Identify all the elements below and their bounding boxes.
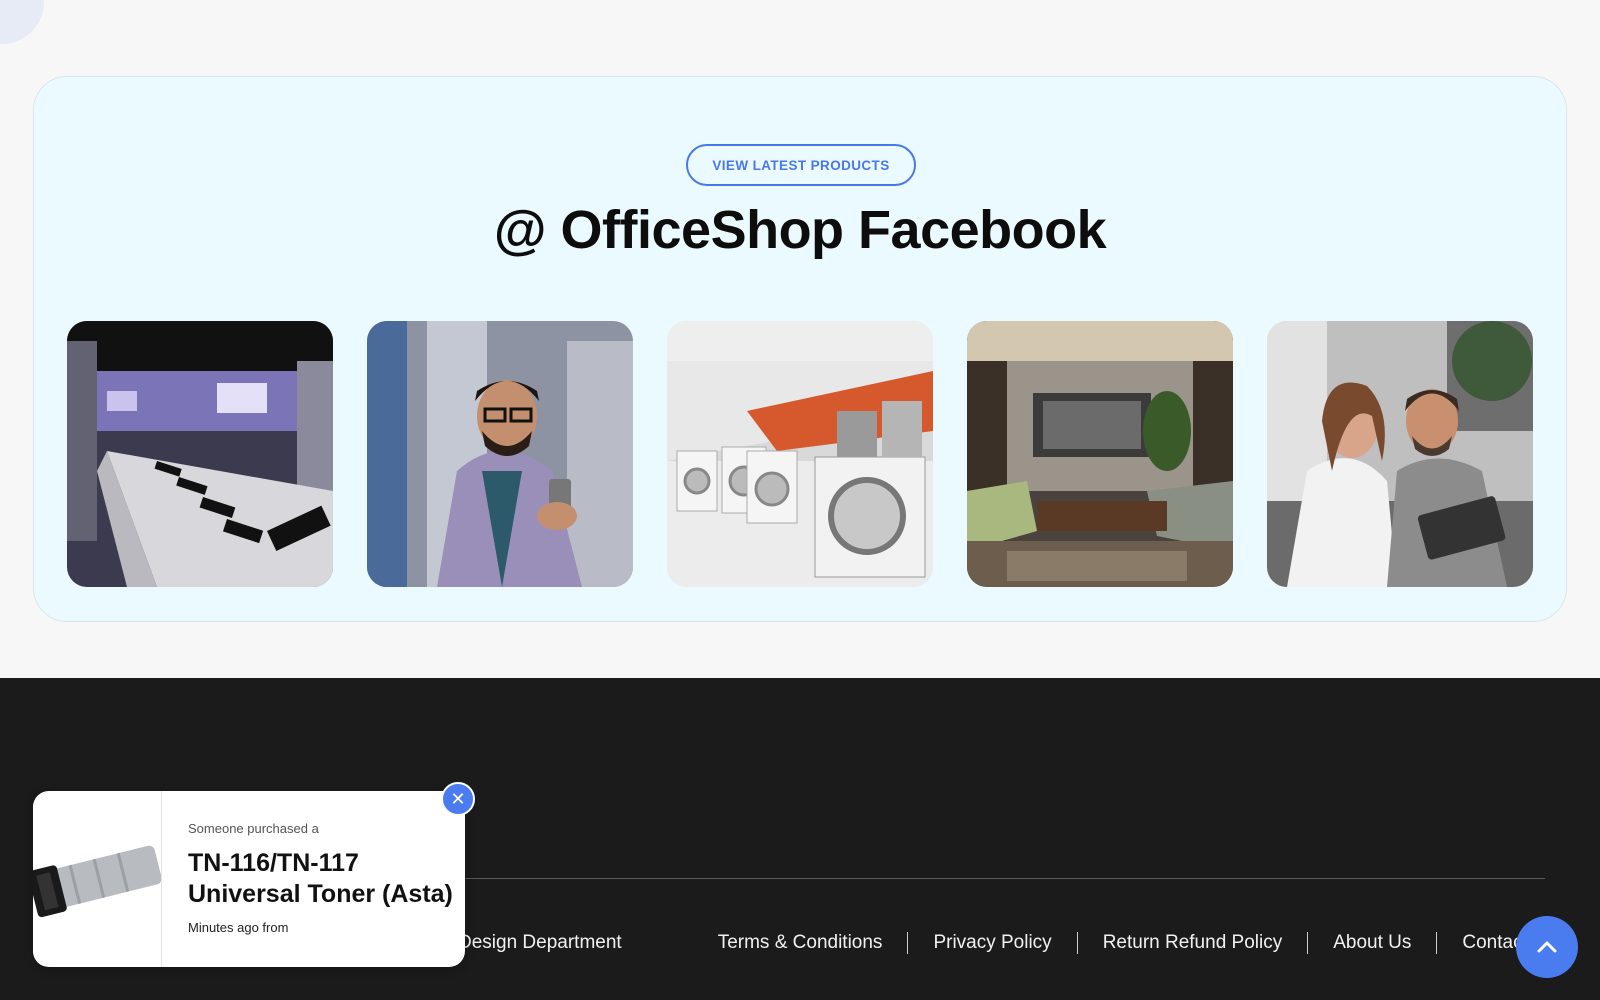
notification-product-name[interactable]: TN-116/TN-117 Universal Toner (Asta) — [188, 848, 465, 910]
footer-separator — [1076, 932, 1078, 954]
notification-kicker: Someone purchased a — [188, 821, 319, 836]
facebook-section: VIEW LATEST PRODUCTS @ OfficeShop Facebo… — [33, 76, 1567, 622]
gallery-tile-appliance-store[interactable] — [667, 321, 933, 587]
couple-with-tablet-image — [1267, 321, 1533, 587]
toner-cartridge-icon — [33, 791, 161, 967]
footer-link-privacy[interactable]: Privacy Policy — [933, 932, 1051, 954]
close-icon: ✕ — [450, 788, 466, 809]
gallery-tile-phone-store[interactable] — [67, 321, 333, 587]
appliance-store-image — [667, 321, 933, 587]
purchase-notification[interactable]: Someone purchased a TN-116/TN-117 Univer… — [33, 791, 465, 967]
footer-divider — [340, 878, 1545, 879]
decorative-circle — [0, 0, 44, 44]
gallery-tile-living-room-tv[interactable] — [967, 321, 1233, 587]
footer-link-terms[interactable]: Terms & Conditions — [718, 932, 883, 954]
product-image — [33, 791, 162, 967]
facebook-gallery — [67, 321, 1533, 587]
gallery-tile-couple-with-tablet[interactable] — [1267, 321, 1533, 587]
facebook-section-title: @ OfficeShop Facebook — [493, 200, 1107, 260]
chevron-up-icon — [1537, 941, 1557, 953]
notification-time: Minutes ago from — [188, 920, 289, 935]
living-room-tv-image — [967, 321, 1233, 587]
man-with-phone-image — [367, 321, 633, 587]
close-notification-button[interactable]: ✕ — [441, 782, 475, 816]
phone-store-image — [67, 321, 333, 587]
footer-nav: Design Department Terms & Conditions Pri… — [458, 928, 1528, 958]
footer-separator — [1436, 932, 1438, 954]
notification-body: Someone purchased a TN-116/TN-117 Univer… — [162, 791, 465, 967]
footer-link-design-department[interactable]: Design Department — [458, 932, 622, 954]
footer-link-about[interactable]: About Us — [1333, 932, 1411, 954]
footer-separator — [907, 932, 909, 954]
footer-separator — [1307, 932, 1309, 954]
footer-link-return-refund[interactable]: Return Refund Policy — [1103, 932, 1283, 954]
scroll-to-top-button[interactable] — [1516, 916, 1578, 978]
view-latest-products-button[interactable]: VIEW LATEST PRODUCTS — [686, 144, 916, 186]
gallery-tile-man-with-phone[interactable] — [367, 321, 633, 587]
